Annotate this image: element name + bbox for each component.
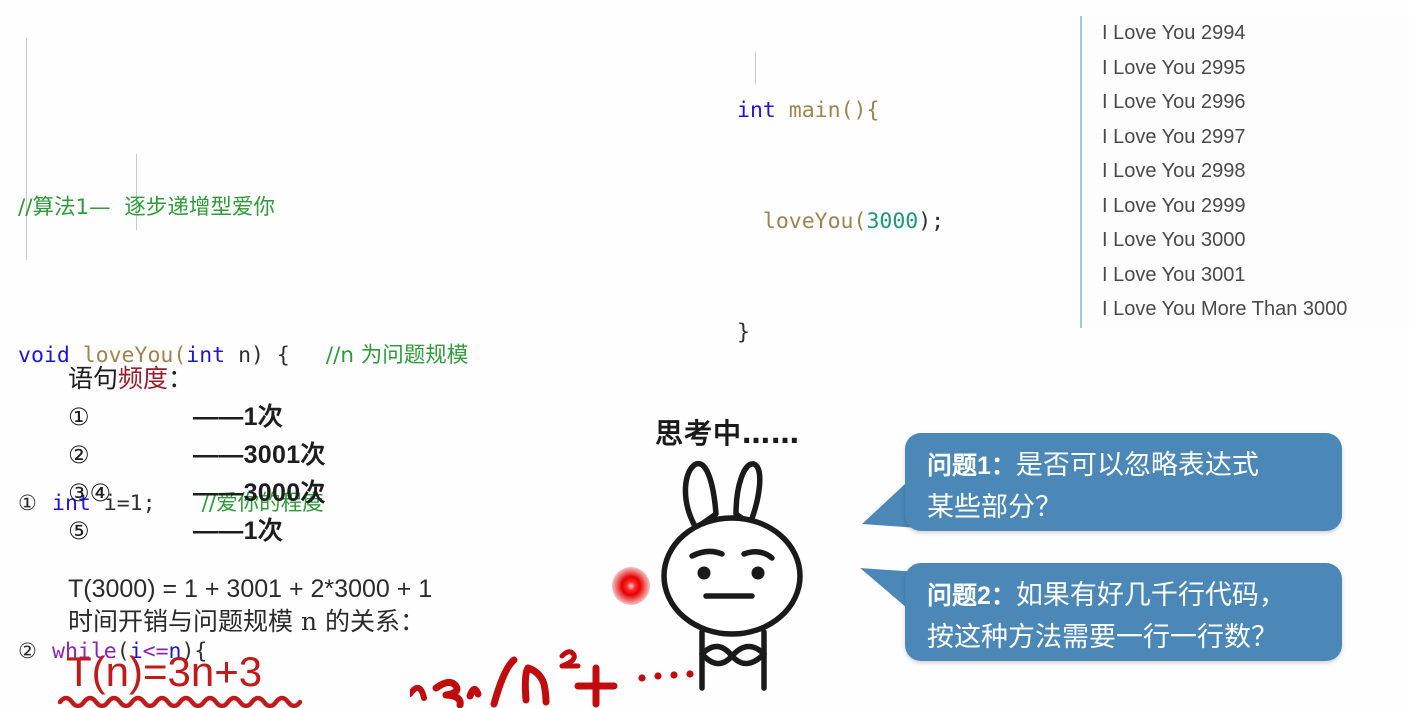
main-function-panel: int main(){ loveYou(3000); } [737, 18, 1057, 425]
line-marker-2: ② [18, 639, 37, 663]
code-line-header: //算法1— 逐步递增型爱你 [18, 189, 718, 226]
laser-pointer-dot [612, 567, 650, 605]
main-call-tail: ); [918, 209, 945, 234]
console-line: I Love You 3000 [1102, 229, 1246, 251]
frequency-row: ③④ ——3000次 [68, 474, 488, 512]
console-line: I Love You 2998 [1102, 160, 1246, 182]
bubble-1-line-2: 某些部分？ [927, 492, 1062, 523]
main-call-argument: 3000 [866, 209, 919, 234]
bubble-2-text-1: 如果有好几千行代码， [1015, 580, 1286, 611]
rabbit-eye-left [697, 566, 711, 580]
frequency-title: 语句频度： [68, 360, 488, 398]
rabbit-head [661, 515, 803, 637]
console-line: I Love You 2994 [1102, 22, 1246, 44]
frequency-row: ② ——3001次 [68, 436, 488, 474]
slide-canvas: //算法1— 逐步递增型爱你 void loveYou(int n) {//n … [0, 0, 1409, 708]
squiggle-underline-icon [57, 695, 303, 708]
frequency-row-mark: ⑤ [68, 517, 90, 545]
frequency-row-value: ——3001次 [193, 441, 326, 469]
console-line: I Love You 2996 [1102, 91, 1246, 113]
console-line: I Love You 2995 [1102, 56, 1246, 79]
bubble-1-tag: 问题1： [927, 452, 1016, 480]
thinking-label: 思考中…… [655, 417, 801, 450]
console-line: I Love You 2999 [1102, 194, 1246, 217]
main-signature: main(){ [775, 98, 880, 123]
indent-guide-outer [26, 38, 27, 260]
bubble-2-line-2: 按这种方法需要一行一行数？ [927, 622, 1278, 653]
console-line: I Love You 2997 [1102, 125, 1246, 148]
question-bubble-1[interactable]: 问题1：是否可以忽略表达式 某些部分？ [905, 433, 1342, 531]
main-keyword-int: int [737, 98, 776, 123]
statement-frequency-block: 语句频度： ① ——1次 ② ——3001次 ③④ ——3000次 ⑤ ——1次 [68, 360, 488, 550]
formula-result: T(n)=3n+3 [66, 648, 263, 695]
frequency-row-mark: ② [68, 441, 90, 469]
main-line-1: int main(){ [737, 92, 1057, 129]
rabbit-character-illustration [661, 461, 803, 691]
keyword-void: void [18, 343, 70, 368]
frequency-title-prefix: 语句 [68, 364, 119, 393]
bubble-2-line-1: 问题2：如果有好几千行代码， [927, 575, 1322, 617]
bubble-1-line-1: 问题1：是否可以忽略表达式 [927, 445, 1322, 487]
line-marker-1: ① [18, 491, 37, 515]
console-line: I Love You More Than 3000 [1102, 298, 1348, 320]
frequency-row-value: ——3000次 [193, 479, 326, 507]
console-output-panel: I Love You 2994 I Love You 2995 I Love Y… [1080, 16, 1409, 328]
frequency-title-highlight: 频度 [118, 364, 169, 393]
main-closing-brace: } [737, 320, 750, 345]
main-line-3: } [737, 314, 1057, 351]
main-line-2: loveYou(3000); [737, 203, 1057, 240]
frequency-row-mark: ① [68, 403, 90, 431]
frequency-row-value: ——1次 [193, 403, 284, 431]
frequency-title-suffix: ： [168, 364, 194, 393]
formula-expanded: T(3000) = 1 + 3001 + 2*3000 + 1 [68, 575, 433, 603]
frequency-row-value: ——1次 [193, 517, 284, 545]
formula-description: 时间开销与问题规模 n 的关系： [68, 607, 425, 636]
frequency-row-mark: ③④ [68, 479, 112, 507]
main-call-loveyou: loveYou( [762, 209, 867, 234]
header-comment: //算法1— 逐步递增型爱你 [18, 195, 275, 220]
rabbit-eye-right [751, 566, 765, 580]
frequency-row: ⑤ ——1次 [68, 512, 488, 550]
console-line: I Love You 3001 [1102, 263, 1246, 286]
bubble-2-tag: 问题2： [927, 582, 1016, 610]
time-complexity-formula-block: T(3000) = 1 + 3001 + 2*3000 + 1 时间开销与问题规… [68, 573, 588, 639]
rabbit-ear-right [733, 461, 763, 527]
bubble-1-text-1: 是否可以忽略表达式 [1015, 450, 1259, 481]
frequency-row: ① ——1次 [68, 398, 488, 436]
main-indent [737, 209, 763, 234]
question-bubble-2[interactable]: 问题2：如果有好几千行代码， 按这种方法需要一行一行数？ [905, 563, 1342, 661]
